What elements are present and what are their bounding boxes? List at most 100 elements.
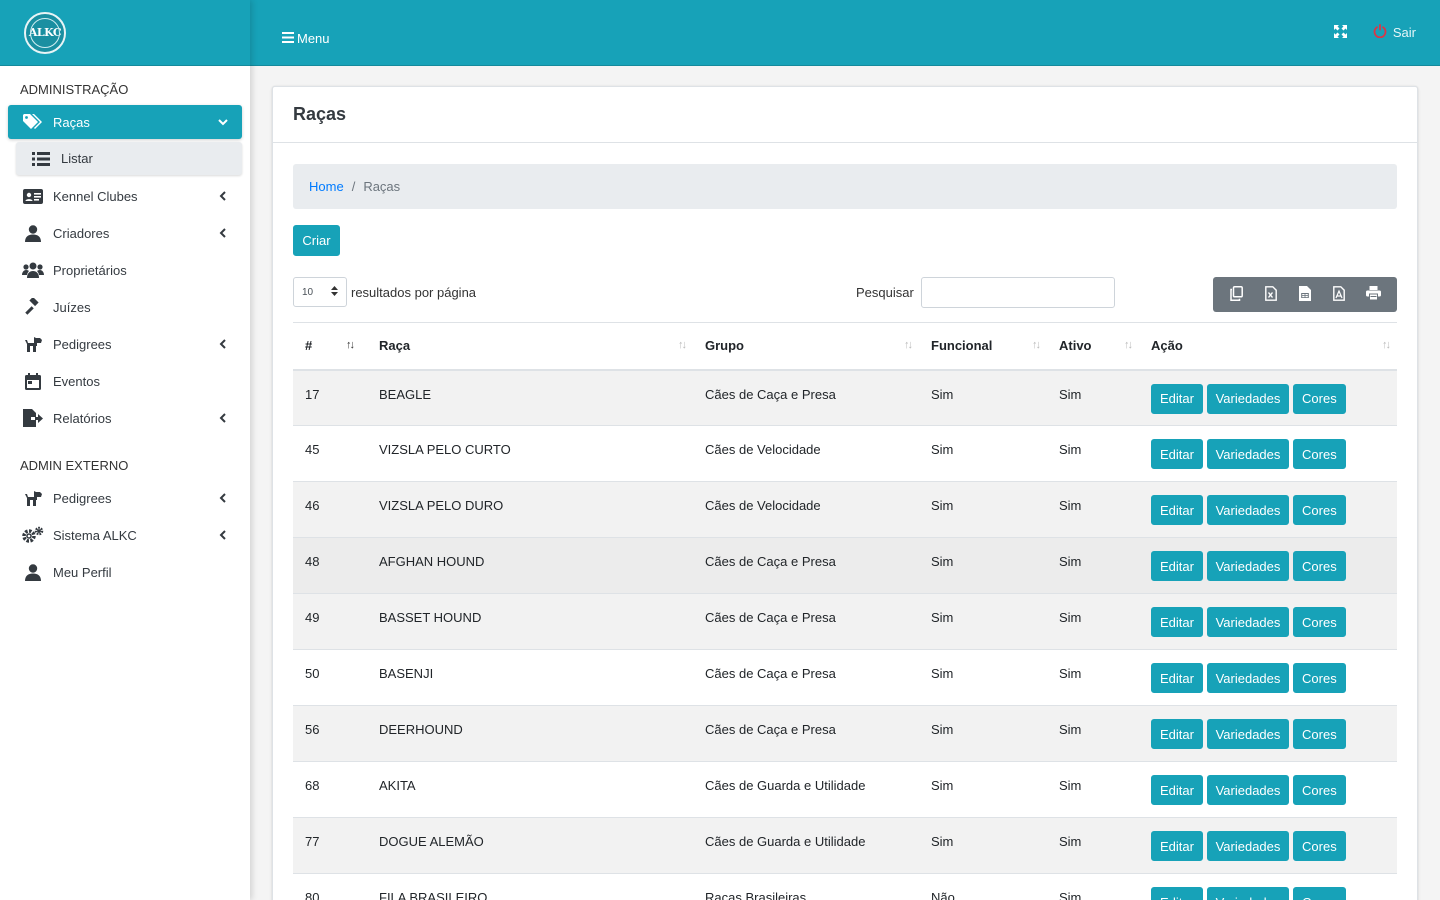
edit-button[interactable]: Editar <box>1151 607 1203 637</box>
edit-button[interactable]: Editar <box>1151 775 1203 805</box>
colors-button[interactable]: Cores <box>1293 719 1346 749</box>
sidebar-item-pedigrees[interactable]: Pedigrees <box>8 327 242 361</box>
cell-actions: Editar Variedades Cores <box>1139 817 1397 874</box>
variants-button[interactable]: Variedades <box>1206 551 1290 581</box>
excel-button[interactable] <box>1256 280 1286 310</box>
edit-button[interactable]: Editar <box>1151 663 1203 693</box>
file-export-icon <box>22 408 44 428</box>
variants-button[interactable]: Variedades <box>1206 383 1290 414</box>
edit-button[interactable]: Editar <box>1151 383 1203 414</box>
sort-asc-icon: ↑↓ <box>346 339 355 351</box>
table-header-row: # ↑↓ Raça ↑↓ Grupo ↑↓ Funcional ↑↓ Ativo ↑↓ A… <box>293 322 1397 371</box>
page-length-select[interactable]: 10 <box>293 277 347 307</box>
alkc-logo[interactable]: ALKC <box>24 11 66 54</box>
colors-button[interactable]: Cores <box>1293 495 1346 525</box>
copy-button[interactable] <box>1221 280 1251 310</box>
cell-grupo: Cães de Caça e Presa <box>693 649 919 706</box>
colors-button[interactable]: Cores <box>1293 887 1346 900</box>
cell-raca: AKITA <box>367 761 693 818</box>
chevron-left-icon <box>218 228 228 238</box>
breadcrumb-home-link[interactable]: Home <box>309 179 344 194</box>
column-header-label: Funcional <box>931 338 993 354</box>
colors-button[interactable]: Cores <box>1293 775 1346 805</box>
sidebar-item-ext-pedigrees[interactable]: Pedigrees <box>8 481 242 515</box>
variants-button[interactable]: Variedades <box>1206 831 1290 861</box>
sidebar-item-label: Relatórios <box>53 410 112 426</box>
cell-id: 56 <box>293 705 367 762</box>
edit-button[interactable]: Editar <box>1151 887 1203 900</box>
column-header-grupo[interactable]: Grupo ↑↓ <box>693 322 919 371</box>
sidebar-item-label: Criadores <box>53 225 110 241</box>
edit-button[interactable]: Editar <box>1151 831 1203 861</box>
edit-button[interactable]: Editar <box>1151 719 1203 749</box>
variants-button[interactable]: Variedades <box>1206 887 1290 900</box>
sidebar-item-label: Sistema ALKC <box>53 527 137 543</box>
cell-grupo: Cães de Caça e Presa <box>693 593 919 650</box>
chevron-left-icon <box>218 530 228 540</box>
sidebar-item-juizes[interactable]: Juízes <box>8 290 242 324</box>
copy-icon <box>1229 285 1243 304</box>
menu-label: Menu <box>297 31 330 46</box>
sidebar-item-eventos[interactable]: Eventos <box>8 364 242 398</box>
column-header-ativo[interactable]: Ativo ↑↓ <box>1047 322 1139 371</box>
table-row: 48 AFGHAN HOUND Cães de Caça e Presa Sim… <box>293 537 1397 594</box>
sort-icon: ↑↓ <box>1124 339 1133 351</box>
colors-button[interactable]: Cores <box>1293 383 1346 414</box>
colors-button[interactable]: Cores <box>1293 663 1346 693</box>
cell-actions: Editar Variedades Cores <box>1139 873 1397 900</box>
create-button[interactable]: Criar <box>293 225 340 256</box>
column-header-acao[interactable]: Ação ↑↓ <box>1139 322 1397 371</box>
edit-button[interactable]: Editar <box>1151 551 1203 581</box>
chevron-left-icon <box>218 339 228 349</box>
cell-raca: FILA BRASILEIRO <box>367 873 693 900</box>
colors-button[interactable]: Cores <box>1293 607 1346 637</box>
cell-id: 17 <box>293 369 367 426</box>
variants-button[interactable]: Variedades <box>1206 719 1290 749</box>
logout-button[interactable]: Sair <box>1373 24 1416 41</box>
column-header-label: # <box>305 338 313 354</box>
variants-button[interactable]: Variedades <box>1206 607 1290 637</box>
sidebar-item-proprietarios[interactable]: Proprietários <box>8 253 242 287</box>
column-header-raca[interactable]: Raça ↑↓ <box>367 322 693 371</box>
hamburger-icon <box>282 31 294 46</box>
variants-button[interactable]: Variedades <box>1206 775 1290 805</box>
fullscreen-button[interactable] <box>1333 24 1347 41</box>
colors-button[interactable]: Cores <box>1293 551 1346 581</box>
cell-funcional: Sim <box>919 425 1047 482</box>
menu-toggle-button[interactable]: Menu <box>282 31 330 46</box>
edit-button[interactable]: Editar <box>1151 495 1203 525</box>
sidebar-item-racas[interactable]: Raças <box>8 105 242 139</box>
sidebar-item-label: Proprietários <box>53 262 127 278</box>
sidebar-item-label: Raças <box>53 114 90 130</box>
variants-button[interactable]: Variedades <box>1206 439 1290 469</box>
expand-icon <box>1333 24 1347 41</box>
brand[interactable]: ALKC <box>0 0 250 66</box>
search-input[interactable] <box>920 277 1115 308</box>
sidebar-item-kennel-clubes[interactable]: Kennel Clubes <box>8 179 242 213</box>
table-row: 46 VIZSLA PELO DURO Cães de Velocidade S… <box>293 481 1397 538</box>
table-row: 50 BASENJI Cães de Caça e Presa Sim Sim … <box>293 649 1397 706</box>
print-button[interactable] <box>1359 280 1389 310</box>
variants-button[interactable]: Variedades <box>1206 495 1290 525</box>
pdf-button[interactable] <box>1324 280 1354 310</box>
card-header: Raças <box>273 87 1417 143</box>
edit-button[interactable]: Editar <box>1151 439 1203 469</box>
column-header-funcional[interactable]: Funcional ↑↓ <box>919 322 1047 371</box>
colors-button[interactable]: Cores <box>1293 831 1346 861</box>
cell-raca: VIZSLA PELO CURTO <box>367 425 693 482</box>
sidebar-item-sistema-alkc[interactable]: Sistema ALKC <box>8 518 242 552</box>
column-header-id[interactable]: # ↑↓ <box>293 322 367 371</box>
sort-icon: ↑↓ <box>904 339 913 351</box>
variants-button[interactable]: Variedades <box>1206 663 1290 693</box>
sidebar-item-criadores[interactable]: Criadores <box>8 216 242 250</box>
cell-raca: DEERHOUND <box>367 705 693 762</box>
csv-button[interactable] <box>1290 280 1320 310</box>
breadcrumb: Home / Raças <box>293 164 1397 209</box>
cell-id: 48 <box>293 537 367 594</box>
sidebar-item-relatorios[interactable]: Relatórios <box>8 401 242 435</box>
cell-id: 45 <box>293 425 367 482</box>
cell-ativo: Sim <box>1047 817 1139 874</box>
colors-button[interactable]: Cores <box>1293 439 1346 469</box>
sidebar-item-meu-perfil[interactable]: Meu Perfil <box>8 555 242 589</box>
sidebar-subitem-listar[interactable]: Listar <box>16 142 242 175</box>
